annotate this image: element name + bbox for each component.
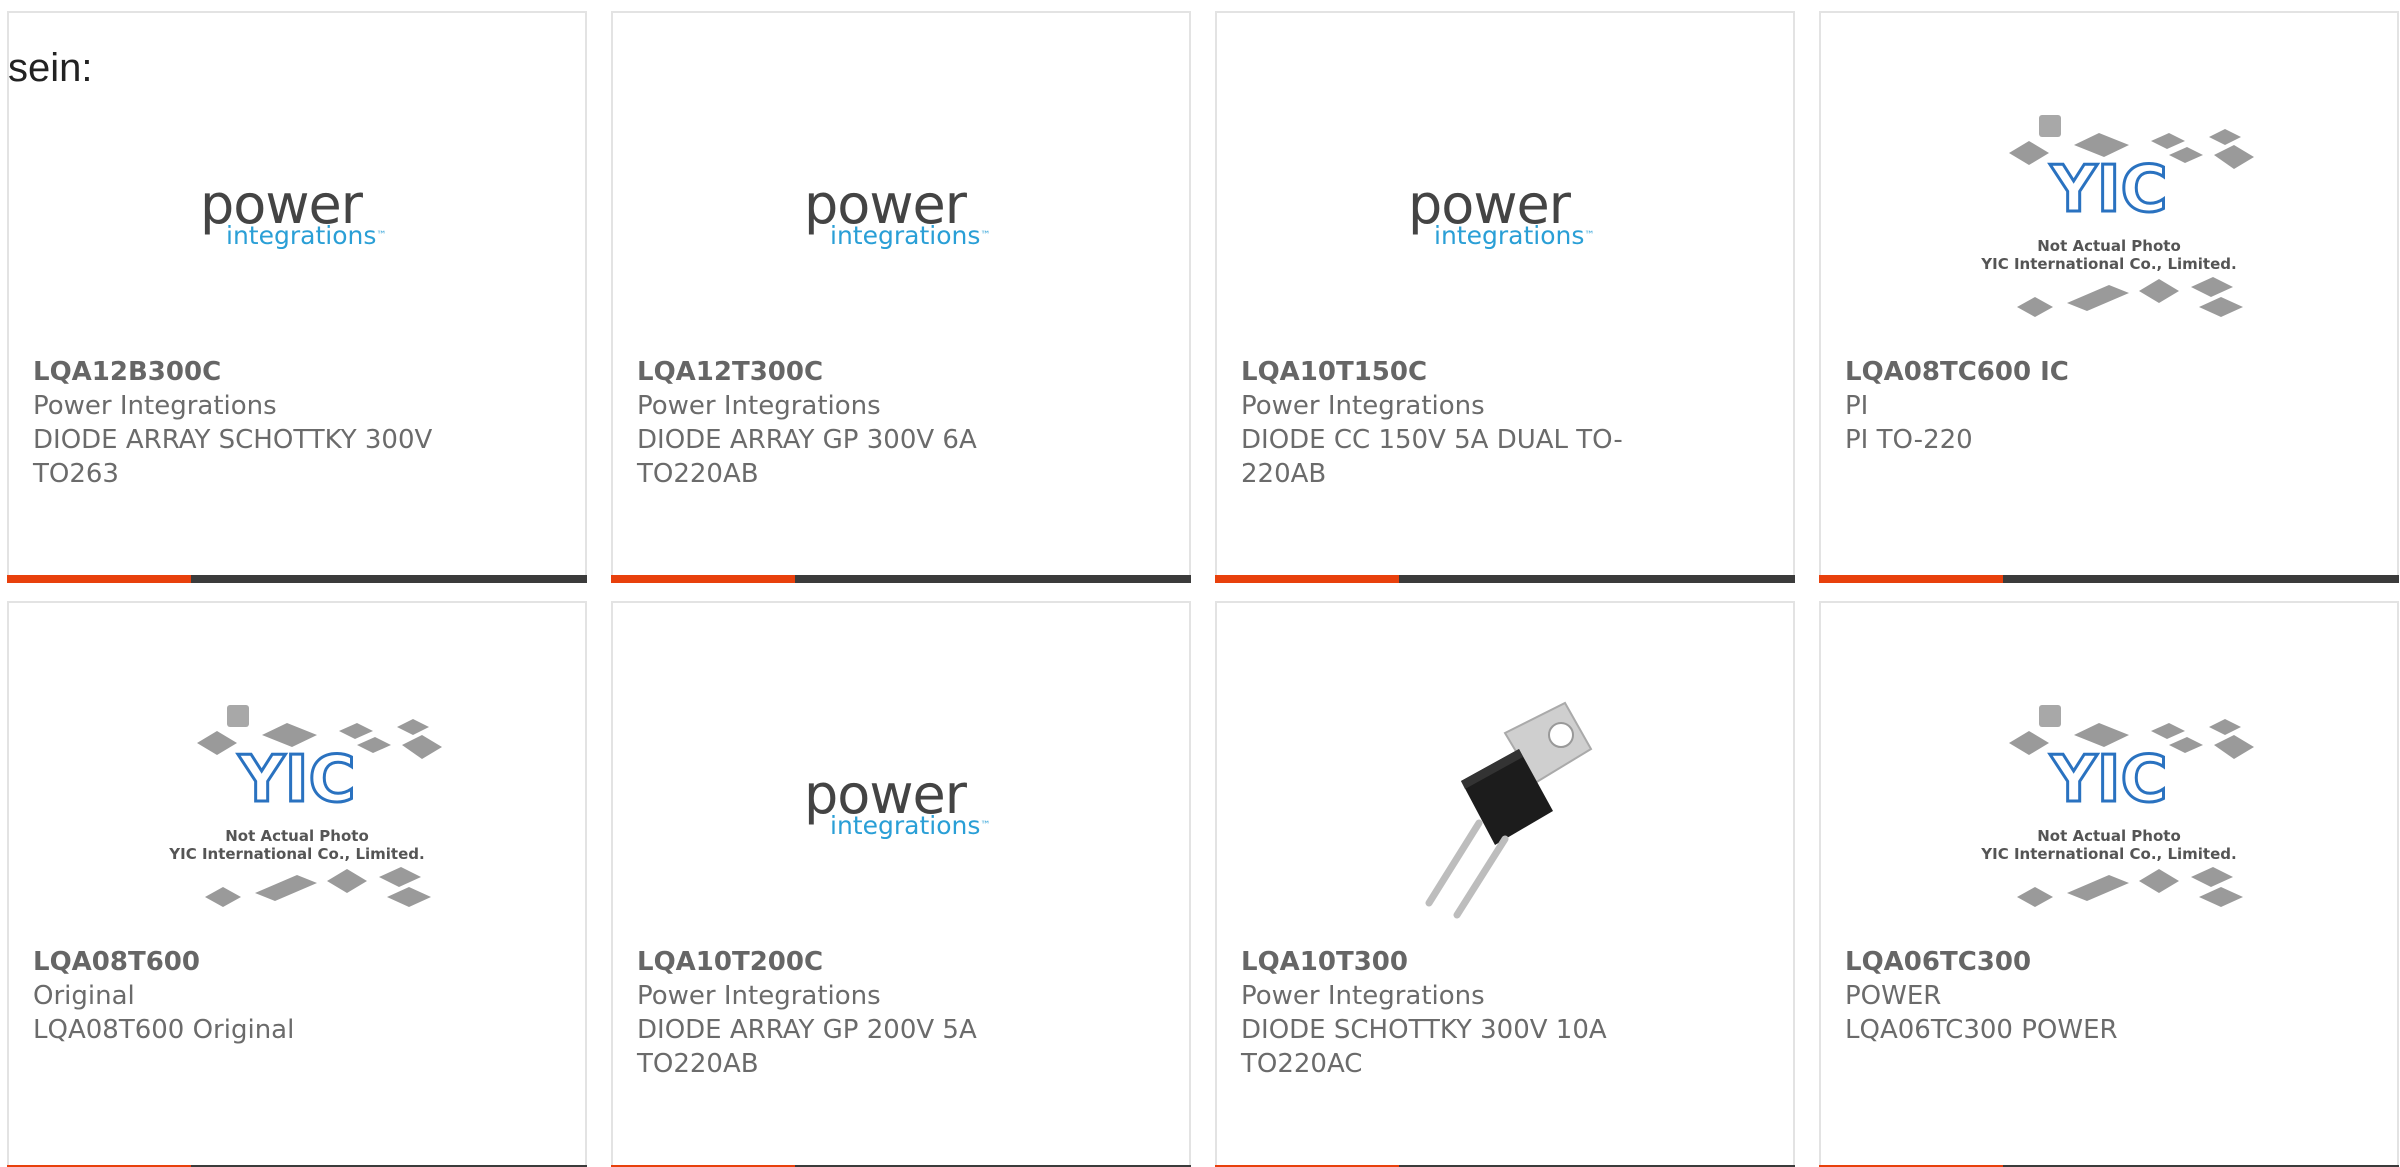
product-card[interactable]: YIC Not Actual Photo YIC International C… — [1819, 11, 2399, 583]
part-number-link[interactable]: LQA12B300C — [33, 355, 465, 389]
description: PI TO-220 — [1845, 425, 1973, 455]
svg-text:YIC International Co., Limited: YIC International Co., Limited. — [168, 845, 424, 863]
card-footer-bar — [611, 575, 1191, 583]
part-number-link[interactable]: LQA08TC600 IC — [1845, 355, 2277, 389]
product-card[interactable]: LQA10T300 Power Integrations DIODE SCHOT… — [1215, 601, 1795, 1167]
manufacturer: Power Integrations — [1241, 391, 1485, 421]
manufacturer: Power Integrations — [637, 391, 881, 421]
card-footer-bar — [7, 575, 587, 583]
power-integrations-logo: power integrations™ — [804, 763, 991, 840]
part-number-link[interactable]: LQA06TC300 — [1845, 945, 2277, 979]
product-image[interactable]: YIC Not Actual Photo YIC International C… — [1821, 683, 2397, 933]
svg-text:Not Actual Photo: Not Actual Photo — [225, 827, 369, 845]
product-card[interactable]: YIC Not Actual Photo YIC International C… — [7, 601, 587, 1167]
svg-text:YIC: YIC — [2049, 153, 2167, 227]
description: DIODE ARRAY SCHOTTKY 300V TO263 — [33, 425, 433, 489]
power-integrations-logo: power integrations™ — [804, 173, 991, 250]
description: DIODE CC 150V 5A DUAL TO-220AB — [1241, 425, 1623, 489]
manufacturer: Original — [33, 981, 135, 1011]
svg-text:YIC: YIC — [237, 743, 355, 817]
part-number-link[interactable]: LQA10T200C — [637, 945, 1069, 979]
description: DIODE SCHOTTKY 300V 10A TO220AC — [1241, 1015, 1607, 1079]
product-image[interactable]: power integrations™ — [9, 93, 585, 343]
product-image[interactable]: power integrations™ — [1217, 93, 1793, 343]
power-integrations-logo: power integrations™ — [1408, 173, 1595, 250]
svg-text:YIC International Co., Limited: YIC International Co., Limited. — [1980, 845, 2236, 863]
power-integrations-logo: power integrations™ — [200, 173, 387, 250]
yic-placeholder-image: YIC Not Actual Photo YIC International C… — [1980, 115, 2254, 317]
intro-text: sein: — [8, 46, 93, 90]
manufacturer: Power Integrations — [637, 981, 881, 1011]
yic-placeholder-image: YIC Not Actual Photo YIC International C… — [168, 705, 442, 907]
manufacturer: Power Integrations — [1241, 981, 1485, 1011]
product-image[interactable]: power integrations™ — [613, 683, 1189, 933]
svg-text:Not Actual Photo: Not Actual Photo — [2037, 827, 2181, 845]
card-footer-bar — [1215, 575, 1795, 583]
product-card[interactable]: YIC Not Actual Photo YIC International C… — [1819, 601, 2399, 1167]
part-number-link[interactable]: LQA12T300C — [637, 355, 1069, 389]
product-card[interactable]: power integrations™ LQA10T200C Power Int… — [611, 601, 1191, 1167]
manufacturer: PI — [1845, 391, 1869, 421]
description: LQA06TC300 POWER — [1845, 1015, 2118, 1045]
to220-transistor-photo — [1425, 701, 1593, 919]
product-image[interactable]: power integrations™ — [613, 93, 1189, 343]
product-image[interactable]: YIC Not Actual Photo YIC International C… — [1821, 93, 2397, 343]
svg-text:YIC: YIC — [2049, 743, 2167, 817]
manufacturer: POWER — [1845, 981, 1942, 1011]
manufacturer: Power Integrations — [33, 391, 277, 421]
product-image[interactable] — [1217, 683, 1793, 933]
description: DIODE ARRAY GP 300V 6A TO220AB — [637, 425, 977, 489]
part-number-link[interactable]: LQA08T600 — [33, 945, 465, 979]
product-image[interactable]: YIC Not Actual Photo YIC International C… — [9, 683, 585, 933]
svg-text:YIC International Co., Limited: YIC International Co., Limited. — [1980, 255, 2236, 273]
svg-text:Not Actual Photo: Not Actual Photo — [2037, 237, 2181, 255]
description: DIODE ARRAY GP 200V 5A TO220AB — [637, 1015, 977, 1079]
product-grid: power integrations™ LQA12B300C Power Int… — [0, 0, 2400, 1167]
card-footer-bar — [1819, 575, 2399, 583]
product-card[interactable]: power integrations™ LQA10T150C Power Int… — [1215, 11, 1795, 583]
product-card[interactable]: power integrations™ LQA12T300C Power Int… — [611, 11, 1191, 583]
description: LQA08T600 Original — [33, 1015, 295, 1045]
part-number-link[interactable]: LQA10T300 — [1241, 945, 1673, 979]
yic-placeholder-image: YIC Not Actual Photo YIC International C… — [1980, 705, 2254, 907]
product-card[interactable]: power integrations™ LQA12B300C Power Int… — [7, 11, 587, 583]
part-number-link[interactable]: LQA10T150C — [1241, 355, 1673, 389]
